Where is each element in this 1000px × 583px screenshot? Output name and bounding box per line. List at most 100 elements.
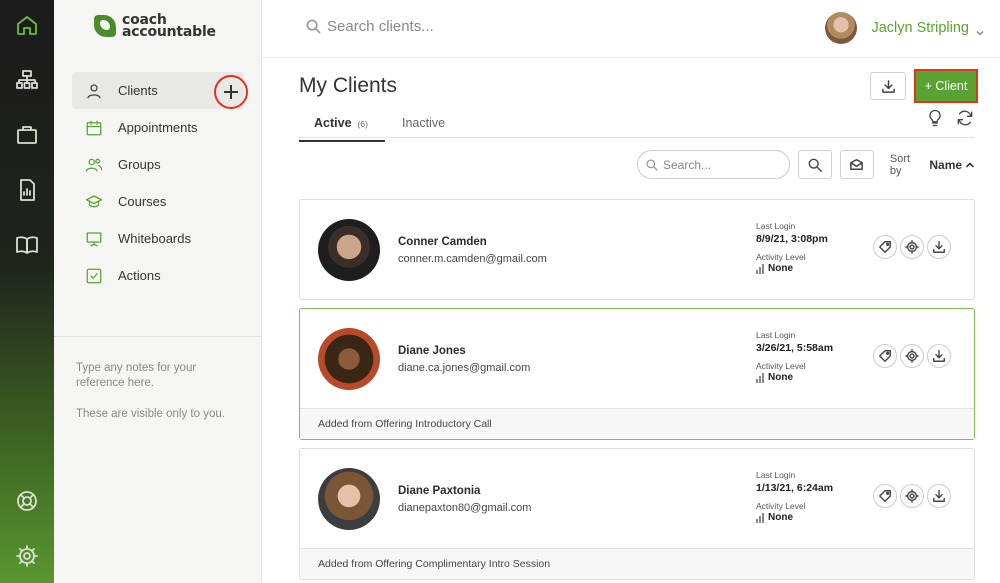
graduation-cap-icon — [84, 192, 104, 212]
sidebar-nav: Clients Appointments Groups Courses Whit… — [72, 72, 248, 294]
settings-button[interactable] — [900, 484, 924, 508]
last-login-label: Last Login — [756, 470, 796, 480]
tag-button[interactable] — [873, 344, 897, 368]
avatar — [318, 328, 380, 390]
last-login-value: 8/9/21, 3:08pm — [756, 233, 828, 245]
tab-inactive[interactable]: Inactive — [402, 116, 445, 130]
chevron-down-icon — [976, 24, 984, 36]
lifebuoy-icon[interactable] — [12, 486, 42, 516]
home-icon[interactable] — [12, 10, 42, 40]
sidebar-item-groups[interactable]: Groups — [72, 146, 244, 183]
settings-button[interactable] — [900, 235, 924, 259]
envelope-icon — [850, 159, 864, 170]
notes-area[interactable]: Type any notes for your reference here. … — [54, 336, 262, 438]
filter-search — [637, 150, 791, 179]
search-icon — [808, 158, 822, 172]
download-button[interactable] — [927, 235, 951, 259]
add-client-button[interactable] — [214, 75, 248, 109]
top-bar: Jaclyn Stripling — [262, 0, 1000, 58]
page-title: My Clients — [299, 74, 398, 97]
sidebar: coach accountable Clients Appointments G… — [54, 0, 262, 583]
activity-level-label: Activity Level — [756, 501, 806, 511]
client-email: diane.ca.jones@gmail.com — [398, 362, 531, 374]
download-icon — [933, 350, 945, 362]
user-menu[interactable]: Jaclyn Stripling — [825, 12, 984, 44]
sidebar-item-label: Courses — [118, 194, 167, 209]
add-client-highlight: + Client — [914, 69, 978, 103]
sort-value: Name — [929, 157, 963, 172]
client-name[interactable]: Diane Paxtonia — [398, 485, 480, 497]
search-icon — [306, 19, 321, 34]
notes-visibility-text: These are visible only to you. — [76, 408, 225, 420]
sidebar-item-label: Clients — [118, 83, 158, 98]
settings-button[interactable] — [900, 344, 924, 368]
tag-button[interactable] — [873, 484, 897, 508]
last-login-value: 1/13/21, 6:24am — [756, 482, 834, 494]
sidebar-item-courses[interactable]: Courses — [72, 183, 244, 220]
download-icon — [933, 490, 945, 502]
client-card[interactable]: Conner Camden conner.m.camden@gmail.com … — [299, 199, 975, 300]
client-source-note: Added from Offering Complimentary Intro … — [300, 548, 974, 579]
tag-button[interactable] — [873, 235, 897, 259]
signal-bars-icon — [756, 512, 765, 523]
client-card[interactable]: Diane Paxtonia dianepaxton80@gmail.com L… — [299, 448, 975, 580]
briefcase-icon[interactable] — [12, 120, 42, 150]
chevron-up-icon — [966, 161, 975, 168]
filter-search-input[interactable] — [663, 157, 783, 172]
sidebar-item-label: Appointments — [118, 120, 198, 135]
download-icon — [933, 241, 945, 253]
sort-control[interactable]: Sort by Name — [890, 153, 975, 177]
calendar-icon — [84, 118, 104, 138]
sidebar-item-whiteboards[interactable]: Whiteboards — [72, 220, 244, 257]
sidebar-item-actions[interactable]: Actions — [72, 257, 244, 294]
client-search-input[interactable] — [327, 18, 527, 35]
tab-active[interactable]: Active (6) — [299, 116, 385, 142]
download-button[interactable] — [927, 344, 951, 368]
gear-icon — [905, 240, 919, 254]
tag-icon — [879, 490, 891, 502]
activity-level-value: None — [768, 263, 793, 274]
logo[interactable]: coach accountable — [94, 13, 216, 40]
signal-bars-icon — [756, 372, 765, 383]
sidebar-item-label: Actions — [118, 268, 161, 283]
activity-level-label: Activity Level — [756, 252, 806, 262]
person-icon — [84, 81, 104, 101]
sort-label: Sort by — [889, 152, 911, 177]
new-client-button[interactable]: + Client — [918, 73, 974, 99]
download-button[interactable] — [927, 484, 951, 508]
tag-icon — [879, 241, 891, 253]
client-email: conner.m.camden@gmail.com — [398, 253, 547, 265]
client-name[interactable]: Conner Camden — [398, 236, 487, 248]
client-source-note: Added from Offering Introductory Call — [300, 408, 974, 439]
email-button[interactable] — [840, 150, 874, 179]
client-card[interactable]: Diane Jones diane.ca.jones@gmail.com Las… — [299, 308, 975, 440]
org-chart-icon[interactable] — [12, 66, 42, 96]
gear-icon[interactable] — [12, 541, 42, 571]
search-button[interactable] — [798, 150, 833, 179]
activity-level-value: None — [768, 512, 793, 523]
whiteboard-icon — [84, 229, 104, 249]
client-name[interactable]: Diane Jones — [398, 345, 466, 357]
refresh-icon[interactable] — [955, 108, 975, 128]
lightbulb-icon[interactable] — [925, 108, 945, 128]
tab-active-count: (6) — [357, 119, 368, 129]
sidebar-item-label: Groups — [118, 157, 161, 172]
client-search — [306, 18, 527, 35]
sidebar-item-label: Whiteboards — [118, 231, 191, 246]
tag-icon — [879, 350, 891, 362]
sidebar-item-appointments[interactable]: Appointments — [72, 109, 244, 146]
icon-rail — [0, 0, 54, 583]
notes-placeholder-text: Type any notes for your reference here. — [76, 362, 197, 389]
logo-line-2: accountable — [122, 24, 216, 40]
checkbox-icon — [84, 266, 104, 286]
sidebar-item-clients[interactable]: Clients — [72, 72, 248, 109]
avatar — [318, 468, 380, 530]
search-icon — [646, 158, 658, 171]
download-button[interactable] — [870, 72, 906, 100]
user-name: Jaclyn Stripling — [871, 20, 969, 36]
book-icon[interactable] — [12, 230, 42, 260]
gear-icon — [905, 489, 919, 503]
report-icon[interactable] — [12, 175, 42, 205]
tab-tools — [915, 108, 975, 128]
last-login-label: Last Login — [756, 221, 796, 231]
